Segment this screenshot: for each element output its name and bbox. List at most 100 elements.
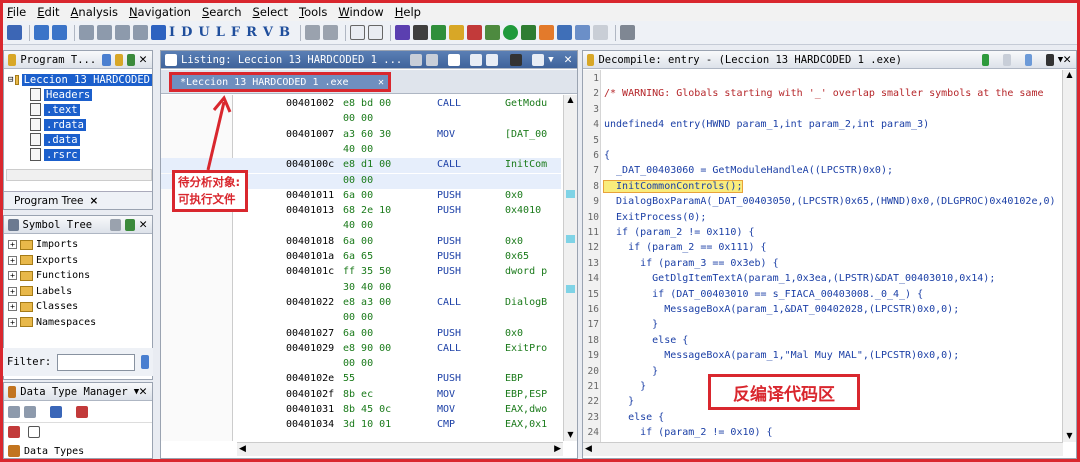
code-line[interactable]: 16 MessageBoxA(param_1,&DAT_00402028,(LP… [583,304,1078,319]
close-icon[interactable]: ✕ [139,52,147,67]
undo-icon[interactable] [350,25,365,40]
run-script-icon[interactable] [431,25,446,40]
code-line[interactable]: 8 InitCommonControls(); [583,179,1078,196]
down-arrow-icon[interactable] [151,25,166,40]
symbol-tree-item[interactable]: + Namespaces [4,315,152,331]
tab-close-icon[interactable]: × [90,195,99,207]
snapshot-icon[interactable] [1046,53,1054,66]
listing-horizontal-scrollbar[interactable]: ◀ ▶ [237,442,563,456]
nav-icon-3[interactable] [115,25,130,40]
tree-item[interactable]: .rsrc [8,147,152,162]
dropdown-icon[interactable]: ▼ [548,55,553,65]
tree-item[interactable]: Headers [8,87,152,102]
expand-icon[interactable]: + [8,255,17,265]
code-line[interactable]: 7 _DAT_00403060 = GetModuleHandleA((LPCS… [583,165,1078,180]
forward-arrow-icon[interactable] [52,25,67,40]
symbol-tree-item[interactable]: + Functions [4,268,152,284]
symbol-tree-item[interactable]: + Classes [4,299,152,315]
menu-edit[interactable]: Edit [37,5,59,19]
back-arrow-icon[interactable] [34,25,49,40]
tools-icon[interactable] [8,426,20,438]
memory-icon[interactable] [575,25,590,40]
open-folder-icon[interactable] [114,53,123,66]
refresh-icon[interactable] [126,53,136,66]
close-icon[interactable]: ✕ [1063,52,1071,67]
listing-row[interactable]: 00401027 6a 00 PUSH 0x0 [161,327,561,342]
tree-item[interactable]: .rdata [8,117,152,132]
code-line[interactable]: 4 undefined4 entry(HWND param_1,int param… [583,119,1078,134]
filter-options-icon[interactable] [141,355,149,369]
tree-icon[interactable] [485,25,500,40]
horizontal-scrollbar[interactable] [6,169,152,181]
nav-icon-4[interactable] [133,25,148,40]
listing-row[interactable]: 00401029 e8 90 00 CALL ExitPro [161,342,561,357]
diamond-icon[interactable] [539,25,554,40]
tree-item[interactable]: .text [8,102,152,117]
options-icon[interactable] [50,405,62,418]
close-icon[interactable]: ✕ [139,384,147,399]
close-icon[interactable]: ✕ [564,52,572,67]
redo-icon[interactable] [368,25,383,40]
tree-root-label[interactable]: Leccion 13 HARDCODED [21,73,152,86]
listing-row[interactable]: 0040101c ff 35 50 PUSH dword p [161,265,561,280]
toolbar-letter-f-button[interactable]: F [231,25,240,40]
code-line[interactable]: 12 if (param_2 == 0x111) { [583,242,1078,257]
debug-icon[interactable] [521,25,536,40]
snapshot-icon[interactable] [510,53,523,66]
expand-icon[interactable]: + [8,271,17,281]
expand-icon[interactable]: + [8,302,17,312]
symbol-tree-item[interactable]: + Labels [4,284,152,300]
copy-icon[interactable] [305,25,320,40]
code-line[interactable]: 19 MessageBoxA(param_1,"Mal Muy MAL",(LP… [583,350,1078,365]
program-tree-tab[interactable]: Program Tree × [4,191,152,209]
listing-row[interactable]: 00 00 [161,357,561,372]
nav-icon-2[interactable] [97,25,112,40]
code-line[interactable]: 1 [583,73,1078,88]
paste-icon[interactable] [323,25,338,40]
code-line[interactable]: 17 } [583,319,1078,334]
toolbar-letter-b-button[interactable]: B [279,25,290,40]
expand-icon[interactable]: + [8,317,17,327]
menu-window[interactable]: Window [338,5,383,19]
paste-icon[interactable] [426,53,439,66]
menu-select[interactable]: Select [253,5,289,19]
toolbar-letter-u-button[interactable]: U [198,25,209,40]
menu-navigation[interactable]: Navigation [129,5,191,19]
tree-root[interactable]: ⊟ Leccion 13 HARDCODED [8,72,152,87]
code-line[interactable]: 23 else { [583,412,1078,427]
edit-fields-icon[interactable] [470,53,483,66]
menu-tools[interactable]: Tools [299,5,327,19]
toolbar-letter-v-button[interactable]: V [263,25,273,40]
listing-row[interactable]: 30 40 00 [161,281,561,296]
edit-icon[interactable] [1024,53,1033,66]
listing-row[interactable]: 40 00 [161,219,561,234]
code-line[interactable]: 13 if (param_3 == 0x3eb) { [583,258,1078,273]
save-icon[interactable] [7,25,22,40]
tree-item[interactable]: .data [8,132,152,147]
listing-row[interactable]: 00401034 3d 10 01 CMP EAX,0x1 [161,418,561,433]
decompile-horizontal-scrollbar[interactable]: ◀ [583,442,1063,456]
listing-row[interactable]: 00401031 8b 45 0c MOV EAX,dwo [161,403,561,418]
menu-search[interactable]: Search [202,5,242,19]
code-line[interactable]: 24 if (param_2 != 0x10) { [583,427,1078,442]
table-icon[interactable] [557,25,572,40]
menu-help[interactable]: Help [395,5,421,19]
copy-icon[interactable] [410,53,423,66]
nav-icon-1[interactable] [79,25,94,40]
code-line[interactable]: 3 [583,104,1078,119]
copy-icon[interactable] [1003,53,1011,66]
tab-close-icon[interactable]: ✕ [378,77,384,88]
snapshot-icon[interactable] [620,25,635,40]
diff-icon[interactable] [486,53,499,66]
expand-icon[interactable]: + [8,240,17,250]
code-line[interactable]: 9 DialogBoxParamA(_DAT_00403050,(LPCSTR)… [583,196,1078,211]
filter-input[interactable] [57,353,136,371]
menu-file[interactable]: File [7,5,26,19]
forward-arrow-icon[interactable] [24,405,36,418]
code-line[interactable]: 5 [583,135,1078,150]
home-icon[interactable] [593,25,608,40]
toolbar-letter-d-button[interactable]: D [181,25,192,40]
listing-row[interactable]: 0040101a 6a 65 PUSH 0x65 [161,250,561,265]
refresh-icon[interactable] [124,218,136,231]
close-icon[interactable]: ✕ [139,217,147,232]
